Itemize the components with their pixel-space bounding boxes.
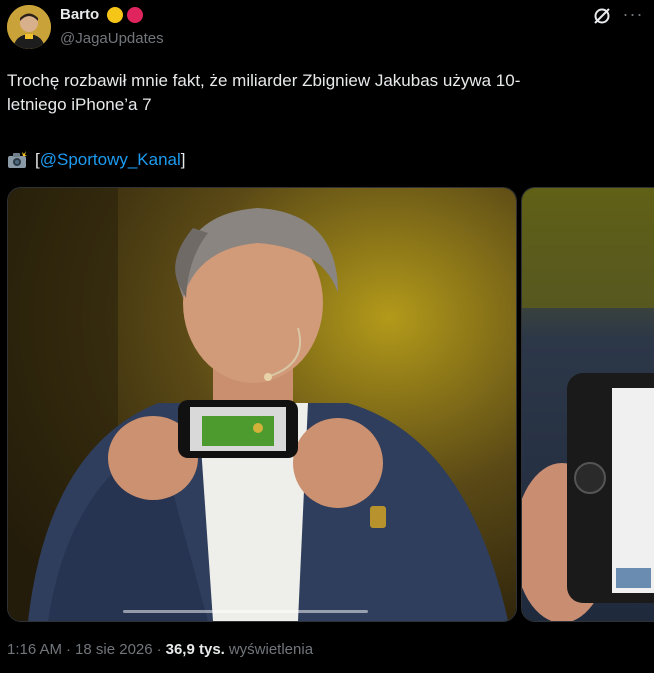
author-name-row[interactable]: Barto [60, 6, 144, 23]
media-photo-2[interactable] [521, 187, 654, 622]
views-label: wyświetlenia [228, 641, 314, 658]
tweet-time[interactable]: 1:16 AM [7, 641, 62, 658]
yellow-badge-icon [107, 6, 124, 23]
camera-flash-icon [7, 151, 27, 169]
tweet-date[interactable]: 18 sie 2026 [75, 641, 153, 658]
grok-icon[interactable] [592, 6, 612, 26]
credit-bracket-close: ] [180, 150, 186, 169]
views-count: 36,9 tys. [165, 641, 225, 658]
tweet-text: Trochę rozbawił mnie fakt, że miliarder … [7, 71, 521, 114]
author-handle[interactable]: @JagaUpdates [60, 30, 164, 47]
display-name[interactable]: Barto [60, 6, 99, 23]
media-photo-1[interactable] [7, 187, 517, 622]
red-badge-icon [127, 6, 144, 23]
avatar-image [7, 5, 51, 49]
mention-link[interactable]: @Sportowy_Kanal [40, 148, 181, 172]
more-options-icon[interactable]: ··· [622, 5, 644, 26]
separator-dot: · [66, 641, 72, 658]
tweet-meta: 1:16 AM · 18 sie 2026 · 36,9 tys. wyświe… [7, 641, 313, 658]
separator-dot: · [156, 641, 162, 658]
avatar[interactable] [7, 5, 51, 49]
photo-credit-line: [ @Sportowy_Kanal ] [7, 148, 186, 172]
